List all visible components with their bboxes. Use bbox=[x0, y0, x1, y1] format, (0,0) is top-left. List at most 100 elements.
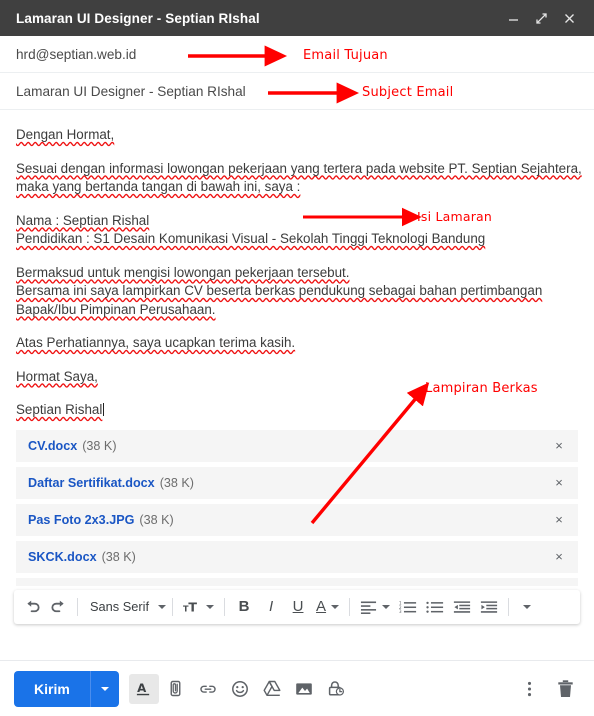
body-line: Nama : Septian Rishal bbox=[16, 212, 150, 228]
send-options-icon[interactable] bbox=[89, 670, 119, 707]
attachment-list: CV.docx (38 K) × Daftar Sertifikat.docx … bbox=[0, 429, 594, 586]
chevron-down-icon bbox=[331, 604, 340, 609]
chevron-down-icon bbox=[382, 604, 391, 609]
compose-titlebar: Lamaran UI Designer - Septian RIshal bbox=[0, 0, 594, 36]
attachment-size: (38 K) bbox=[159, 475, 194, 490]
body-paragraph: Nama : Septian Rishal Pendidikan : S1 De… bbox=[16, 212, 578, 249]
outdent-icon[interactable] bbox=[449, 593, 475, 621]
formatting-toolbar: Sans Serif T T B I U A 1 2 3 bbox=[14, 589, 580, 624]
toolbar-divider bbox=[508, 597, 510, 616]
bold-button[interactable]: B bbox=[231, 593, 257, 621]
italic-label: I bbox=[268, 598, 274, 615]
to-field-value[interactable]: hrd@septian.web.id bbox=[16, 47, 136, 62]
send-button[interactable]: Kirim bbox=[14, 670, 90, 707]
body-paragraph: Bermaksud untuk mengisi lowongan pekerja… bbox=[16, 264, 578, 320]
insert-photo-icon[interactable] bbox=[289, 674, 319, 704]
remove-attachment-icon[interactable]: × bbox=[550, 513, 568, 526]
attachment-size: (38 K) bbox=[82, 438, 117, 453]
subject-row[interactable]: Lamaran UI Designer - Septian RIshal bbox=[0, 73, 594, 110]
undo-icon[interactable] bbox=[20, 593, 45, 621]
chevron-down-icon bbox=[206, 604, 215, 609]
body-line: Bermaksud untuk mengisi lowongan pekerja… bbox=[16, 264, 350, 280]
text-color-label: A bbox=[316, 598, 327, 615]
attachment-name[interactable]: Daftar Sertifikat.docx bbox=[28, 476, 155, 490]
annotation-isi-lamaran: Isi Lamaran bbox=[417, 209, 493, 224]
recipient-row[interactable]: hrd@septian.web.id bbox=[0, 36, 594, 73]
window-controls bbox=[500, 5, 582, 31]
annotation-lampiran-berkas: Lampiran Berkas bbox=[425, 381, 538, 396]
attach-file-icon[interactable] bbox=[161, 674, 191, 704]
signature-line: Septian Rishal bbox=[16, 401, 578, 420]
font-family-label: Sans Serif bbox=[90, 599, 150, 614]
attachment-item[interactable]: Pas Foto 2x3.JPG (38 K) × bbox=[16, 503, 578, 536]
attachment-item[interactable]: SKCK.docx (38 K) × bbox=[16, 540, 578, 573]
compose-right-icons bbox=[514, 674, 580, 704]
body-line: Septian Rishal bbox=[16, 402, 103, 417]
font-family-selector[interactable]: Sans Serif bbox=[84, 593, 167, 621]
attachment-item[interactable]: CV.docx (38 K) × bbox=[16, 429, 578, 462]
annotation-email-tujuan: Email Tujuan bbox=[303, 48, 388, 63]
remove-attachment-icon[interactable]: × bbox=[550, 476, 568, 489]
compose-tool-icons: A bbox=[128, 673, 351, 704]
gmail-compose-window: Lamaran UI Designer - Septian RIshal hrd… bbox=[0, 0, 594, 716]
subject-field-value[interactable]: Lamaran UI Designer - Septian RIshal bbox=[16, 84, 246, 99]
svg-text:A: A bbox=[137, 681, 147, 695]
bulleted-list-icon[interactable] bbox=[422, 593, 448, 621]
remove-attachment-icon[interactable]: × bbox=[550, 550, 568, 563]
attachment-name[interactable]: SKCK.docx bbox=[28, 550, 97, 564]
chevron-down-icon bbox=[158, 604, 167, 609]
toolbar-divider bbox=[172, 597, 174, 616]
body-line: Bersama ini saya lampirkan CV beserta be… bbox=[16, 283, 543, 298]
attachment-name[interactable]: CV.docx bbox=[28, 439, 77, 453]
body-line: maka yang bertanda tangan di bawah ini, … bbox=[16, 179, 301, 194]
svg-text:3: 3 bbox=[399, 608, 402, 613]
numbered-list-icon[interactable]: 1 2 3 bbox=[395, 593, 421, 621]
chevron-down-icon bbox=[100, 686, 109, 691]
google-drive-icon[interactable] bbox=[257, 674, 287, 704]
font-size-icon[interactable]: T T bbox=[179, 593, 218, 621]
body-paragraph: Atas Perhatiannya, saya ucapkan terima k… bbox=[16, 334, 578, 353]
text-color-button[interactable]: A bbox=[312, 593, 343, 621]
attachment-size: (38 K) bbox=[101, 549, 136, 564]
message-body[interactable]: Dengan Hormat, Sesuai dengan informasi l… bbox=[0, 110, 594, 428]
body-line: Pendidikan : S1 Desain Komunikasi Visual… bbox=[16, 231, 486, 246]
close-icon[interactable] bbox=[556, 5, 582, 31]
discard-draft-icon[interactable] bbox=[550, 674, 580, 704]
text-cursor bbox=[103, 403, 105, 416]
toolbar-divider bbox=[224, 597, 226, 616]
body-paragraph: Dengan Hormat, bbox=[16, 126, 578, 145]
minimize-icon[interactable] bbox=[500, 5, 526, 31]
underline-button[interactable]: U bbox=[285, 593, 311, 621]
body-paragraph: Septian Rishal bbox=[16, 401, 578, 420]
insert-link-icon[interactable] bbox=[193, 674, 223, 704]
body-line: Atas Perhatiannya, saya ucapkan terima k… bbox=[16, 335, 296, 350]
body-line: Bapak/Ibu Pimpinan Perusahaan. bbox=[16, 301, 216, 317]
more-options-icon[interactable] bbox=[514, 674, 544, 704]
redo-icon[interactable] bbox=[46, 593, 71, 621]
body-line: Dengan Hormat, bbox=[16, 127, 115, 142]
confidential-mode-icon[interactable] bbox=[321, 674, 351, 704]
toolbar-divider bbox=[77, 597, 78, 616]
attachment-size: (38 K) bbox=[139, 512, 174, 527]
annotation-subject-email: Subject Email bbox=[362, 85, 454, 100]
toolbar-divider bbox=[349, 597, 351, 616]
body-line: Sesuai dengan informasi lowongan pekerja… bbox=[16, 160, 582, 176]
bold-label: B bbox=[238, 598, 250, 615]
expand-icon[interactable] bbox=[528, 5, 554, 31]
svg-text:T: T bbox=[188, 599, 197, 614]
attachment-item[interactable]: Daftar Sertifikat.docx (38 K) × bbox=[16, 466, 578, 499]
underline-label: U bbox=[292, 598, 304, 615]
compose-title: Lamaran UI Designer - Septian RIshal bbox=[16, 10, 260, 26]
indent-icon[interactable] bbox=[476, 593, 502, 621]
formatting-options-icon[interactable]: A bbox=[128, 673, 159, 704]
more-format-icon[interactable] bbox=[515, 593, 539, 621]
send-group: Kirim bbox=[14, 670, 119, 707]
compose-action-bar: Kirim A bbox=[0, 660, 594, 716]
align-icon[interactable] bbox=[356, 593, 394, 621]
chevron-down-icon bbox=[523, 604, 532, 609]
italic-button[interactable]: I bbox=[258, 593, 284, 621]
remove-attachment-icon[interactable]: × bbox=[550, 439, 568, 452]
insert-emoji-icon[interactable] bbox=[225, 674, 255, 704]
attachment-item-partial[interactable] bbox=[16, 577, 578, 586]
attachment-name[interactable]: Pas Foto 2x3.JPG bbox=[28, 513, 134, 527]
